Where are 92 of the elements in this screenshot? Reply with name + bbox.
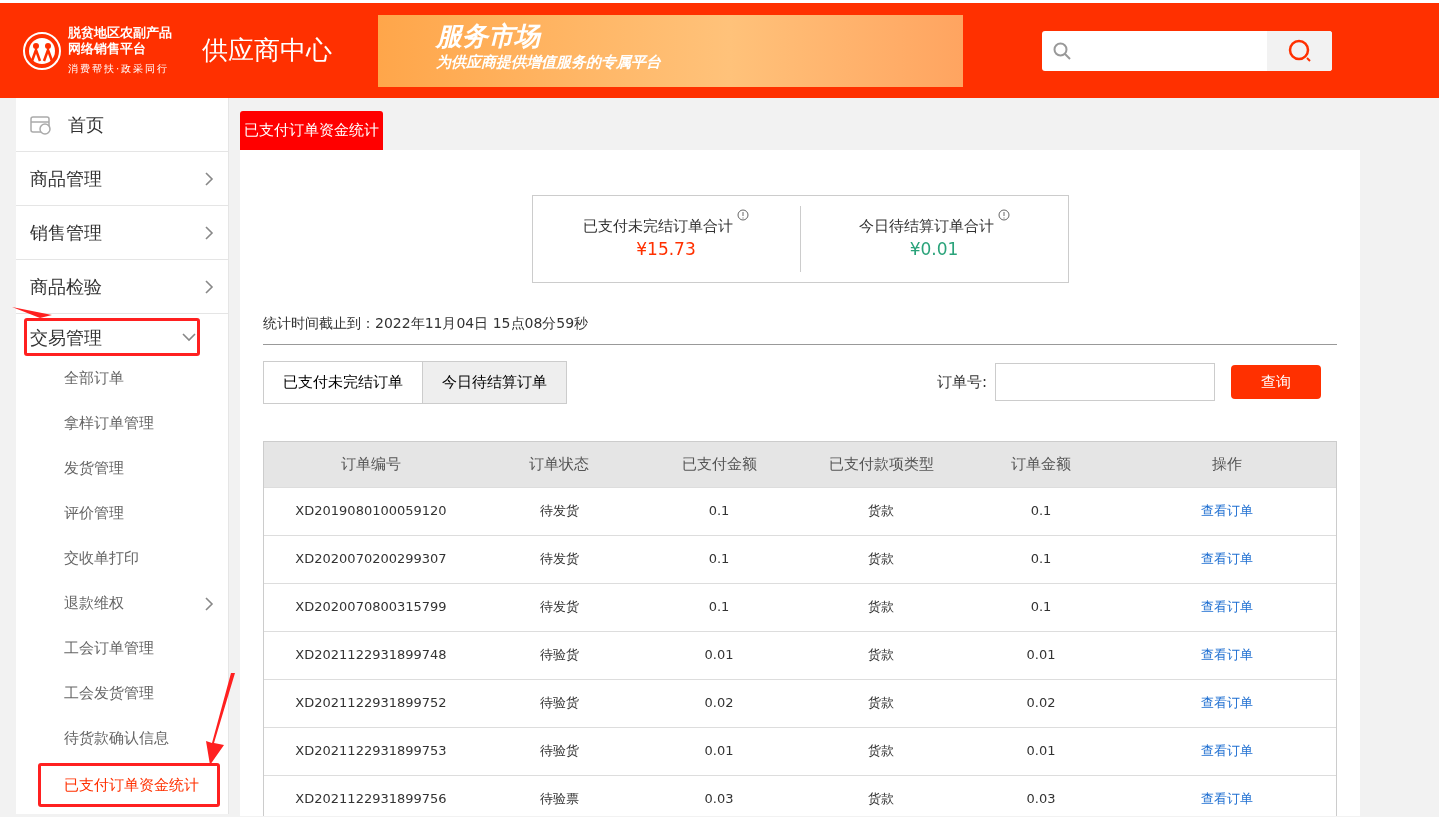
table-cell-text: 待发货 [538, 550, 580, 569]
order-number-label: 订单号: [936, 371, 987, 393]
table-cell-text: 货款 [867, 550, 895, 569]
query-button[interactable]: 查询 [1231, 365, 1321, 399]
search-icon [1053, 41, 1071, 60]
view-order-link[interactable]: 查看订单 [1201, 503, 1253, 519]
column-header: 订单状态 [528, 453, 590, 475]
sidebar-subitem[interactable]: 评价管理 [16, 491, 228, 536]
filter-tab[interactable]: 今日待结算订单 [423, 360, 567, 404]
view-order-link[interactable]: 查看订单 [1201, 599, 1253, 615]
banner-headline: 服务市场 [436, 20, 543, 51]
table-cell-text: 待验货 [538, 646, 580, 665]
table-cell-text: 0.01 [703, 646, 735, 665]
stat-time-text: 统计时间截止到：2022年11月04日 15点08分59秒 [263, 282, 1337, 345]
table-cell-text: 0.02 [703, 694, 735, 713]
info-icon[interactable] [997, 208, 1010, 221]
table-cell-text: XD2020070800315799 [294, 598, 448, 617]
chevron-icon [204, 278, 214, 295]
table-cell-text: 货款 [867, 694, 895, 713]
table-cell-text: 待验货 [538, 694, 580, 713]
view-order-link[interactable]: 查看订单 [1201, 551, 1253, 567]
table-cell-text: 货款 [867, 742, 895, 761]
sidebar-subitem[interactable]: 工会订单管理 [16, 626, 228, 671]
table-cell-text: 0.02 [1025, 694, 1057, 713]
table-cell-text: 0.03 [703, 790, 735, 809]
sidebar-subitem[interactable]: 工会发货管理 [16, 671, 228, 716]
table-cell-text: 0.1 [707, 598, 731, 617]
info-icon[interactable] [737, 208, 749, 221]
logo-icon [22, 30, 62, 71]
order-number-field[interactable] [995, 363, 1215, 401]
view-order-link[interactable]: 查看订单 [1201, 743, 1253, 759]
table-cell-text: 货款 [867, 790, 895, 809]
sidebar-item[interactable]: 首页 [16, 98, 228, 152]
column-header: 操作 [1211, 453, 1243, 475]
sidebar-subitem[interactable]: 全部订单 [16, 356, 228, 401]
table-cell-text: 货款 [867, 646, 895, 665]
table-cell-text: 货款 [867, 502, 895, 521]
page-tab[interactable]: 已支付订单资金统计 [240, 111, 383, 150]
table-cell-text: 0.01 [1025, 742, 1057, 761]
table-cell-text: 0.03 [1025, 790, 1057, 809]
logo-text: 脱贫地区农副产品 [68, 25, 172, 41]
chevron-icon [181, 332, 197, 342]
table-cell-text: 0.01 [703, 742, 735, 761]
sidebar-subitem[interactable]: 交收单打印 [16, 536, 228, 581]
search-button[interactable] [1267, 30, 1332, 71]
table-cell-text: XD2021122931899752 [294, 694, 448, 713]
summary-value: ¥0.01 [908, 238, 960, 261]
table-cell-text: XD2021122931899748 [294, 646, 448, 665]
table-cell-text: 0.1 [1029, 598, 1053, 617]
table-cell-text: 货款 [867, 598, 895, 617]
logo-text: 网络销售平台 [68, 41, 147, 57]
table-cell-text: 0.1 [707, 502, 731, 521]
table-cell-text: XD2021122931899753 [294, 742, 448, 761]
table-cell-text: 0.1 [1029, 502, 1053, 521]
table-cell-text: 0.01 [1025, 646, 1057, 665]
chevron-icon [204, 595, 214, 612]
table-cell-text: 待发货 [538, 502, 580, 521]
column-header: 订单金额 [1010, 453, 1072, 475]
table-cell-text: XD2020070200299307 [294, 550, 448, 569]
column-header: 订单编号 [340, 453, 402, 475]
search-icon [1287, 38, 1312, 63]
table-cell-text: 待发货 [538, 598, 580, 617]
sidebar-item[interactable]: 销售管理 [16, 206, 228, 260]
sidebar-subitem[interactable]: 发货管理 [16, 446, 228, 491]
sidebar-subitem[interactable]: 拿样订单管理 [16, 401, 228, 446]
logo-slogan: 消费帮扶·政采同行 [68, 62, 171, 76]
banner-subline: 为供应商提供增值服务的专属平台 [436, 51, 662, 73]
summary-label: 今日待结算订单合计 [858, 215, 994, 237]
view-order-link[interactable]: 查看订单 [1201, 695, 1253, 711]
table-cell-text: 0.1 [1029, 550, 1053, 569]
sidebar-item[interactable]: 交易管理 [24, 318, 200, 356]
sidebar-item[interactable]: 商品管理 [16, 152, 228, 206]
view-order-link[interactable]: 查看订单 [1201, 791, 1253, 807]
summary-label: 已支付未完结订单合计 [583, 215, 733, 237]
table-cell-text: XD2019080100059120 [294, 502, 448, 521]
store-icon [30, 114, 52, 135]
column-header: 已支付金额 [680, 453, 758, 475]
sidebar-subitem[interactable]: 已支付订单资金统计 [38, 763, 220, 807]
sidebar-subitem[interactable]: 待货款确认信息 [16, 716, 228, 761]
table-cell-text: 0.1 [707, 550, 731, 569]
filter-tab[interactable]: 已支付未完结订单 [263, 360, 423, 404]
summary-value: ¥15.73 [635, 238, 697, 261]
table-cell-text: XD2021122931899756 [294, 790, 448, 809]
view-order-link[interactable]: 查看订单 [1201, 647, 1253, 663]
table-cell-text: 待验货 [538, 742, 580, 761]
header-title: 供应商中心 [202, 34, 332, 67]
column-header: 已支付款项类型 [827, 453, 935, 475]
sidebar-subitem[interactable]: 退款维权 [16, 581, 228, 626]
search-field[interactable] [1042, 30, 1332, 71]
table-cell-text: 待验票 [538, 790, 580, 809]
chevron-icon [204, 170, 214, 187]
chevron-icon [204, 224, 214, 241]
